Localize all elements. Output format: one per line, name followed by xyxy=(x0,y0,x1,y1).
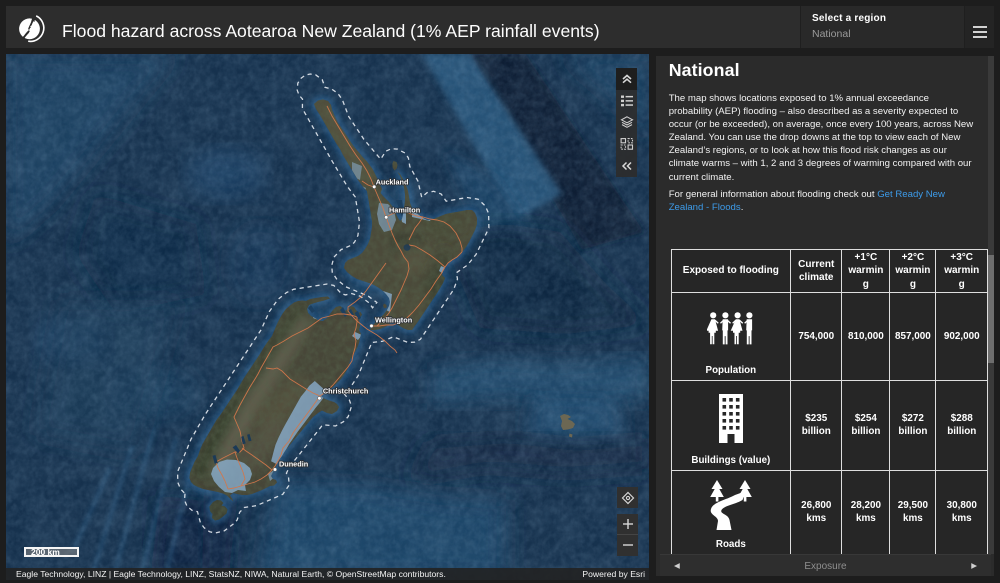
svg-text:Hamilton: Hamilton xyxy=(389,205,420,214)
svg-text:Dunedin: Dunedin xyxy=(279,459,308,468)
svg-text:Christchurch: Christchurch xyxy=(323,387,368,396)
svg-text:Auckland: Auckland xyxy=(376,177,409,186)
svg-text:Wellington: Wellington xyxy=(375,315,412,324)
